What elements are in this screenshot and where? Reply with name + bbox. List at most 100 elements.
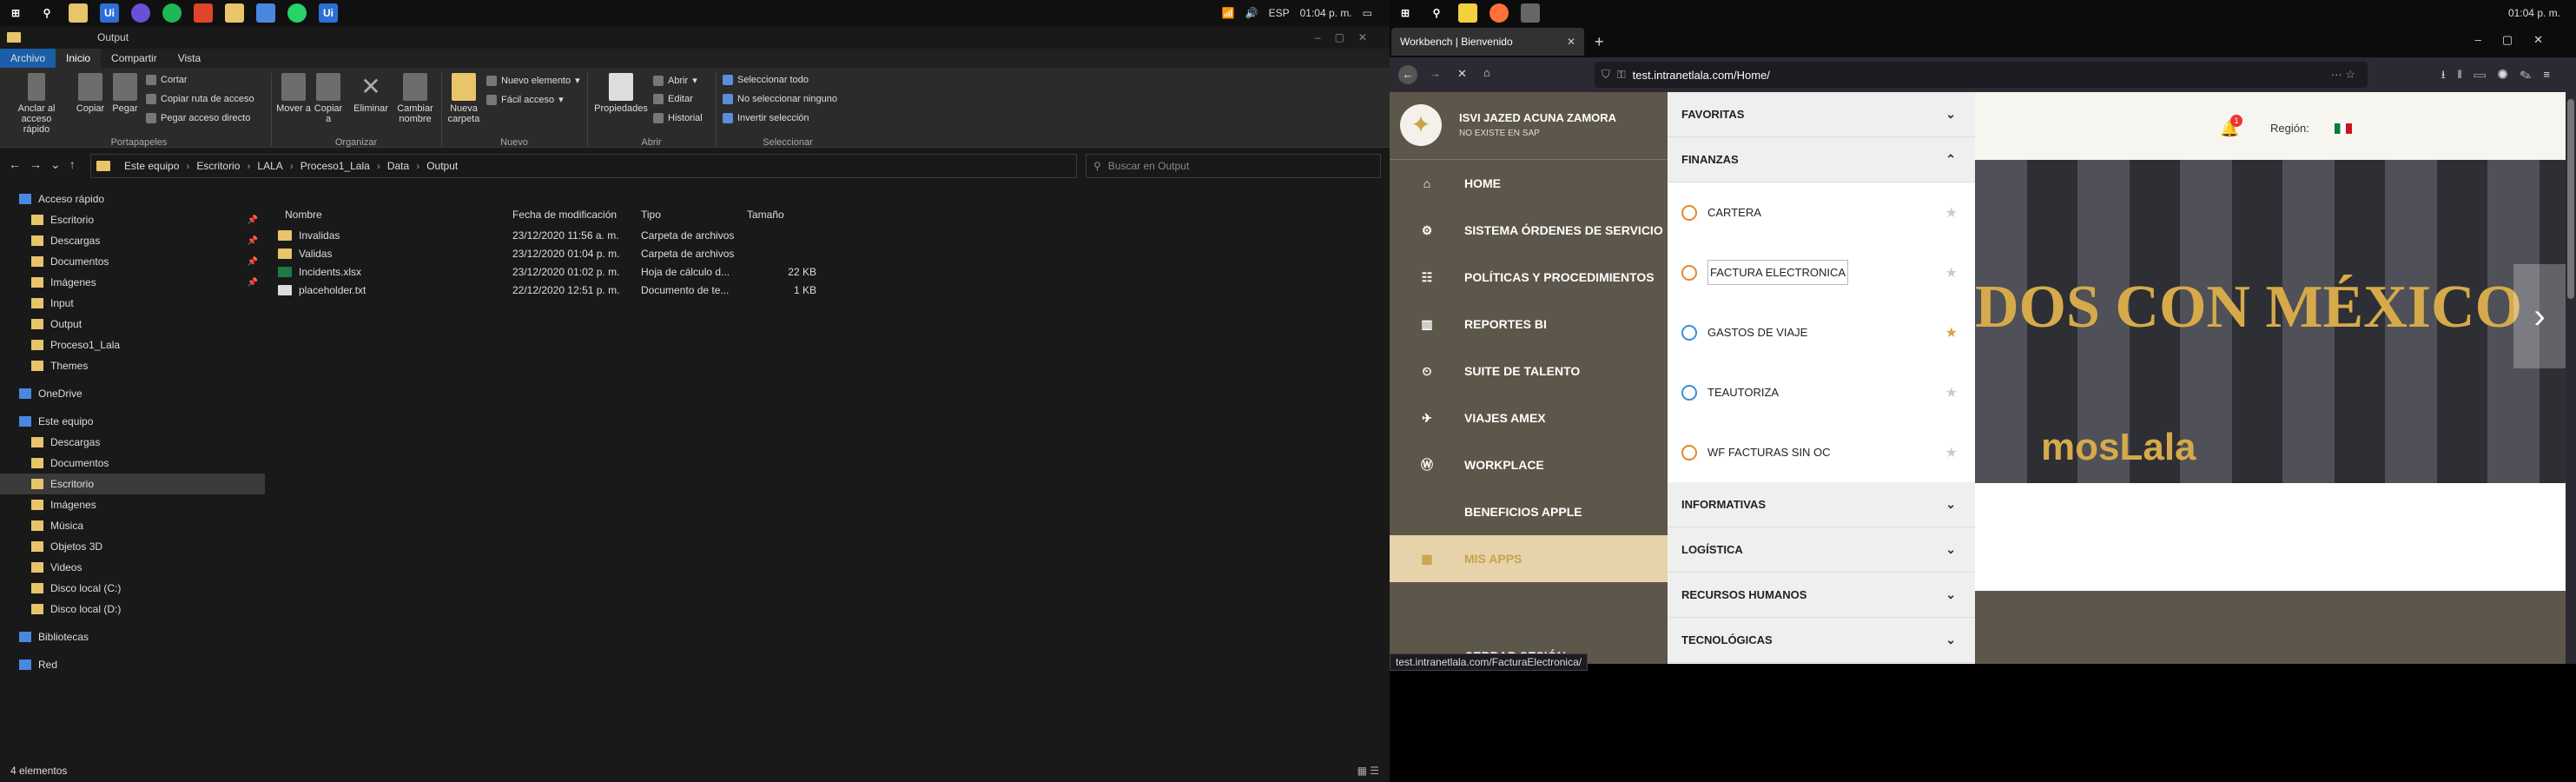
uipath-icon[interactable]: Ui: [319, 3, 338, 23]
copy-to-button[interactable]: Copiar a: [311, 73, 346, 124]
page-actions-icon[interactable]: ··· ☆: [2331, 68, 2355, 82]
app-icon[interactable]: Ui: [100, 3, 119, 23]
delete-button[interactable]: ✕ Eliminar: [349, 73, 393, 114]
sticky-notes-icon[interactable]: [1458, 3, 1477, 23]
app-item[interactable]: CARTERA ★: [1668, 182, 1975, 242]
menu-item[interactable]: BENEFICIOS APPLE: [1390, 488, 1668, 535]
file-explorer-icon[interactable]: [69, 3, 88, 23]
accordion-header[interactable]: INFORMATIVAS ⌄: [1668, 482, 1975, 527]
stop-icon[interactable]: ✕: [1457, 67, 1467, 81]
nav-item[interactable]: Documentos 📌: [0, 251, 265, 272]
copy-button[interactable]: Copiar: [73, 73, 108, 114]
tab-inicio[interactable]: Inicio: [56, 49, 102, 68]
app-item[interactable]: GASTOS DE VIAJE ★: [1668, 302, 1975, 362]
favorite-star-icon[interactable]: ★: [1945, 324, 1958, 341]
url-bar[interactable]: ⛉ ⚿ test.intranetlala.com/Home/ ··· ☆: [1595, 62, 2368, 88]
nav-item[interactable]: Input: [0, 293, 265, 314]
column-type[interactable]: Tipo: [641, 209, 661, 221]
nav-item[interactable]: Escritorio: [0, 474, 265, 494]
menu-item[interactable]: ⏲ SUITE DE TALENTO: [1390, 348, 1668, 394]
select-all-button[interactable]: Seleccionar todo: [723, 75, 809, 85]
nav-item[interactable]: OneDrive: [0, 383, 265, 404]
nav-item[interactable]: Red: [0, 654, 265, 675]
tab-archivo[interactable]: Archivo: [0, 49, 56, 68]
properties-button[interactable]: Propiedades: [591, 73, 651, 114]
file-row[interactable]: placeholder.txt 22/12/2020 12:51 p. m. Doc…: [278, 281, 816, 299]
paste-button[interactable]: Pegar: [108, 73, 142, 114]
scrollbar[interactable]: [2566, 92, 2576, 664]
accordion-header[interactable]: LOGÍSTICA ⌄: [1668, 527, 1975, 573]
favorite-star-icon[interactable]: ★: [1945, 264, 1958, 282]
app-item[interactable]: WF FACTURAS SIN OC ★: [1668, 422, 1975, 482]
new-folder-button[interactable]: Nueva carpeta: [445, 73, 483, 124]
search-icon[interactable]: ⚲: [1427, 3, 1446, 23]
nav-item[interactable]: Bibliotecas: [0, 626, 265, 647]
edit-button[interactable]: Editar: [653, 94, 693, 104]
mexico-flag-icon[interactable]: [2335, 123, 2352, 134]
menu-item[interactable]: ☷ POLÍTICAS Y PROCEDIMIENTOS: [1390, 254, 1668, 301]
breadcrumb-item[interactable]: Este equipo: [124, 160, 179, 172]
nav-item[interactable]: Output: [0, 314, 265, 335]
nav-item[interactable]: Descargas 📌: [0, 230, 265, 251]
cut-button[interactable]: Cortar: [146, 75, 188, 85]
app-icon[interactable]: [1521, 3, 1540, 23]
windows-start-icon[interactable]: ⊞: [1396, 3, 1415, 23]
select-none-button[interactable]: No seleccionar ninguno: [723, 94, 837, 104]
nav-item[interactable]: Música: [0, 515, 265, 536]
favorite-star-icon[interactable]: ★: [1945, 444, 1958, 461]
chat-icon[interactable]: [131, 3, 150, 23]
menu-item[interactable]: ▥ REPORTES BI: [1390, 301, 1668, 348]
home-icon[interactable]: ⌂: [1483, 66, 1490, 79]
column-name[interactable]: Nombre: [285, 209, 322, 221]
nav-item[interactable]: Documentos: [0, 453, 265, 474]
new-tab-icon[interactable]: +: [1595, 33, 1604, 51]
move-to-button[interactable]: Mover a: [276, 73, 311, 114]
accordion-header[interactable]: RECURSOS HUMANOS ⌄: [1668, 573, 1975, 618]
tab-vista[interactable]: Vista: [168, 49, 211, 68]
file-row[interactable]: Validas 23/12/2020 01:04 p. m. Carpeta de …: [278, 244, 816, 262]
nav-item[interactable]: Proceso1_Lala: [0, 335, 265, 355]
breadcrumb-item[interactable]: Output: [426, 160, 458, 172]
menu-item[interactable]: ✈ VIAJES AMEX: [1390, 394, 1668, 441]
column-size[interactable]: Tamaño: [747, 209, 784, 221]
search-icon[interactable]: ⚲: [37, 3, 56, 23]
app-icon-2[interactable]: [256, 3, 275, 23]
nav-item[interactable]: Imágenes: [0, 494, 265, 515]
carousel-next-icon[interactable]: ›: [2513, 264, 2566, 368]
new-item-button[interactable]: Nuevo elemento ▾: [486, 75, 580, 86]
nav-item[interactable]: Escritorio 📌: [0, 209, 265, 230]
volume-icon[interactable]: 🔊: [1245, 7, 1258, 19]
nav-item[interactable]: Este equipo: [0, 411, 265, 432]
folder-icon[interactable]: [225, 3, 244, 23]
pin-button[interactable]: Anclar al acceso rápido: [9, 73, 64, 135]
window-controls[interactable]: –▢✕: [2475, 33, 2564, 47]
open-button[interactable]: Abrir ▾: [653, 75, 697, 86]
nav-item[interactable]: Videos: [0, 557, 265, 578]
nav-item[interactable]: Disco local (C:): [0, 578, 265, 599]
nav-item[interactable]: Descargas: [0, 432, 265, 453]
app-item[interactable]: TEAUTORIZA ★: [1668, 362, 1975, 422]
firefox-icon[interactable]: [1489, 3, 1509, 23]
menu-item[interactable]: ▦ MIS APPS: [1390, 535, 1668, 582]
clock[interactable]: 01:04 p. m.: [2508, 7, 2560, 19]
rename-button[interactable]: Cambiar nombre: [394, 73, 436, 124]
breadcrumb-item[interactable]: Escritorio: [196, 160, 240, 172]
forward-icon[interactable]: →: [1430, 67, 1441, 80]
menu-item[interactable]: ⚙ SISTEMA ÓRDENES DE SERVICIO: [1390, 207, 1668, 254]
windows-start-icon[interactable]: ⊞: [6, 3, 25, 23]
history-button[interactable]: Historial: [653, 113, 703, 123]
tab-compartir[interactable]: Compartir: [101, 49, 168, 68]
easy-access-button[interactable]: Fácil acceso ▾: [486, 94, 564, 105]
breadcrumb-item[interactable]: Data: [387, 160, 409, 172]
nav-item[interactable]: Disco local (D:): [0, 599, 265, 620]
menu-item[interactable]: ⌂ HOME: [1390, 160, 1668, 207]
column-date[interactable]: Fecha de modificación: [512, 209, 617, 221]
whatsapp-icon[interactable]: [287, 3, 307, 23]
nav-buttons[interactable]: ←→⌄↑: [9, 157, 84, 172]
address-bar[interactable]: Este equipo › Escritorio › LALA › Proceso1_…: [90, 154, 1077, 178]
lang-indicator[interactable]: ESP: [1269, 7, 1290, 19]
accordion-header[interactable]: FAVORITAS ⌄: [1668, 92, 1975, 137]
search-box[interactable]: ⚲ Buscar en Output: [1086, 154, 1381, 178]
nav-item[interactable]: Objetos 3D: [0, 536, 265, 557]
breadcrumb-item[interactable]: Proceso1_Lala: [301, 160, 370, 172]
